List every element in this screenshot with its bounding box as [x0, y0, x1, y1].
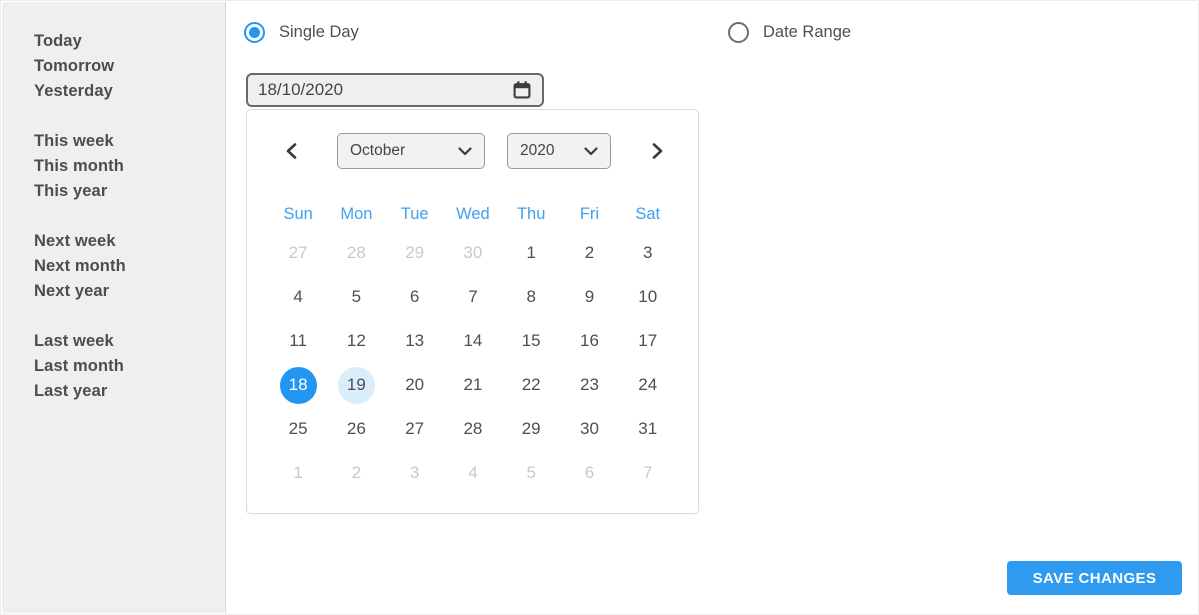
weekday-label-tue: Tue	[400, 205, 429, 223]
day-cell-29-muted[interactable]: 29	[386, 231, 444, 275]
radio-date-range[interactable]: Date Range	[728, 22, 851, 43]
day-cell-24[interactable]: 24	[619, 363, 677, 407]
next-month-button[interactable]	[644, 133, 670, 169]
day-cell-18-selected[interactable]: 18	[269, 363, 327, 407]
radio-unselected-icon[interactable]	[728, 22, 749, 43]
week-row: 25 26 27 28 29 30 31	[269, 407, 677, 451]
day-cell-6[interactable]: 6	[386, 275, 444, 319]
sidebar-item-last-week[interactable]: Last week	[34, 329, 225, 354]
sidebar-item-next-month[interactable]: Next month	[34, 254, 225, 279]
day-cell-29[interactable]: 29	[502, 407, 560, 451]
radio-single-day[interactable]: Single Day	[244, 22, 359, 43]
weekday-label-wed: Wed	[456, 205, 490, 223]
day-cell-10[interactable]: 10	[619, 275, 677, 319]
day-cell-14[interactable]: 14	[444, 319, 502, 363]
day-cell-21[interactable]: 21	[444, 363, 502, 407]
day-cell-28-muted[interactable]: 28	[327, 231, 385, 275]
calendar-popup: October 2020 Sun Mon Tue Wed Thu Fri Sat 27 28 2…	[246, 109, 699, 514]
day-cell-6-muted[interactable]: 6	[560, 451, 618, 495]
day-cell-11[interactable]: 11	[269, 319, 327, 363]
day-cell-28[interactable]: 28	[444, 407, 502, 451]
weekday-label-sun: Sun	[283, 205, 313, 223]
day-cell-4[interactable]: 4	[269, 275, 327, 319]
weekday-header: Sun Mon Tue Wed Thu Fri Sat	[269, 199, 677, 229]
calendar-icon[interactable]	[512, 80, 532, 100]
chevron-right-icon	[652, 143, 662, 159]
day-cell-16[interactable]: 16	[560, 319, 618, 363]
day-cell-30[interactable]: 30	[560, 407, 618, 451]
day-cell-27[interactable]: 27	[386, 407, 444, 451]
weekday-label-sat: Sat	[635, 205, 661, 223]
date-input-box[interactable]	[246, 73, 544, 107]
week-row: 1234567	[269, 451, 677, 495]
day-cell-13[interactable]: 13	[386, 319, 444, 363]
day-cell-20[interactable]: 20	[386, 363, 444, 407]
day-cell-22[interactable]: 22	[502, 363, 560, 407]
day-cell-3[interactable]: 3	[619, 231, 677, 275]
day-cell-23[interactable]: 23	[560, 363, 618, 407]
weekday-label-fri: Fri	[579, 205, 600, 223]
sidebar-group-3: Last week Last month Last year	[34, 329, 225, 404]
sidebar-item-next-year[interactable]: Next year	[34, 279, 225, 304]
sidebar-item-last-year[interactable]: Last year	[34, 379, 225, 404]
month-select-value: October	[350, 142, 406, 159]
weekday-label-thu: Thu	[516, 205, 546, 223]
chevron-left-icon	[286, 143, 296, 159]
day-cell-7-muted[interactable]: 7	[619, 451, 677, 495]
sidebar-group-0: Today Tomorrow Yesterday	[34, 29, 225, 104]
day-cell-26[interactable]: 26	[327, 407, 385, 451]
date-input[interactable]	[258, 80, 512, 100]
day-cell-1[interactable]: 1	[502, 231, 560, 275]
day-cell-4-muted[interactable]: 4	[444, 451, 502, 495]
day-cell-1-muted[interactable]: 1	[269, 451, 327, 495]
sidebar-item-today[interactable]: Today	[34, 29, 225, 54]
previous-month-button[interactable]	[278, 133, 304, 169]
day-cell-7[interactable]: 7	[444, 275, 502, 319]
day-cell-5[interactable]: 5	[327, 275, 385, 319]
day-cell-27-muted[interactable]: 27	[269, 231, 327, 275]
sidebar-item-this-month[interactable]: This month	[34, 154, 225, 179]
year-select[interactable]: 2020	[507, 133, 611, 169]
week-row: 11 12 13 14 15 16 17	[269, 319, 677, 363]
single-day-label: Single Day	[279, 23, 359, 41]
sidebar-item-this-year[interactable]: This year	[34, 179, 225, 204]
week-row: 27 28 29 30 1 2 3	[269, 231, 677, 275]
week-row: 18 19 20 21 22 23 24	[269, 363, 677, 407]
calendar-grid: 27 28 29 30 1 2 3 4 5 6 7 8 9 10 11 12 13 14 15 16 17 18 19 20 2…	[269, 231, 677, 495]
day-cell-9[interactable]: 9	[560, 275, 618, 319]
sidebar-item-next-week[interactable]: Next week	[34, 229, 225, 254]
day-cell-19-highlighted[interactable]: 19	[327, 363, 385, 407]
day-cell-2[interactable]: 2	[560, 231, 618, 275]
chevron-down-icon	[458, 146, 472, 155]
weekday-label-mon: Mon	[340, 205, 373, 223]
sidebar-group-1: This week This month This year	[34, 129, 225, 204]
day-cell-17[interactable]: 17	[619, 319, 677, 363]
sidebar-item-last-month[interactable]: Last month	[34, 354, 225, 379]
day-cell-30-muted[interactable]: 30	[444, 231, 502, 275]
sidebar-item-this-week[interactable]: This week	[34, 129, 225, 154]
date-range-label: Date Range	[763, 23, 852, 41]
calendar-header: October 2020	[247, 133, 698, 169]
save-changes-button[interactable]: SAVE CHANGES	[1007, 561, 1182, 595]
chevron-down-icon	[584, 146, 598, 155]
week-row: 4 5 6 7 8 9 10	[269, 275, 677, 319]
year-select-value: 2020	[520, 142, 555, 159]
day-cell-5-muted[interactable]: 5	[502, 451, 560, 495]
day-cell-15[interactable]: 15	[502, 319, 560, 363]
sidebar-item-tomorrow[interactable]: Tomorrow	[34, 54, 225, 79]
day-cell-25[interactable]: 25	[269, 407, 327, 451]
day-cell-31[interactable]: 31	[619, 407, 677, 451]
date-picker-dialog: Today Tomorrow Yesterday This week This mont…	[0, 0, 1199, 615]
radio-selected-icon[interactable]	[244, 22, 265, 43]
month-select[interactable]: October	[337, 133, 485, 169]
sidebar: Today Tomorrow Yesterday This week This mont…	[2, 2, 226, 613]
day-cell-3-muted[interactable]: 3	[386, 451, 444, 495]
day-cell-2-muted[interactable]: 2	[327, 451, 385, 495]
sidebar-group-2: Next week Next month Next year	[34, 229, 225, 304]
sidebar-item-yesterday[interactable]: Yesterday	[34, 79, 225, 104]
day-cell-8[interactable]: 8	[502, 275, 560, 319]
day-cell-12[interactable]: 12	[327, 319, 385, 363]
